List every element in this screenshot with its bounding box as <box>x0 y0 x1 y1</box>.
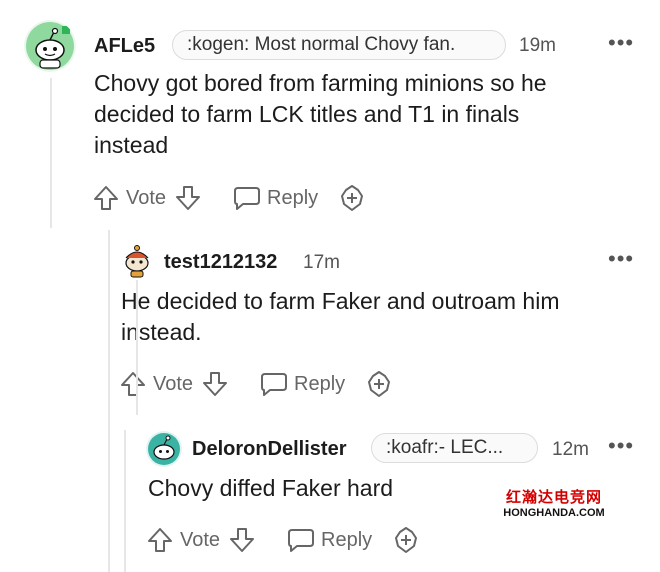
snoo-avatar-icon <box>24 20 76 72</box>
thread-line[interactable] <box>108 230 110 572</box>
username[interactable]: test1212132 <box>164 251 277 274</box>
comment-bubble-icon <box>261 373 288 396</box>
watermark: 红瀚达电竞网 HONGHANDA.COM <box>502 488 606 524</box>
user-flair: :koafr:- LEC... <box>371 433 538 463</box>
thread-line[interactable] <box>124 430 126 572</box>
snoo-avatar-icon <box>146 431 182 467</box>
award-icon[interactable] <box>338 184 366 212</box>
downvote-icon[interactable] <box>174 184 202 212</box>
award-icon[interactable] <box>392 526 420 554</box>
username[interactable]: DeloronDellister <box>192 438 346 461</box>
more-options-icon[interactable]: ••• <box>608 435 634 457</box>
comment-line: instead <box>94 132 169 158</box>
thread-line[interactable] <box>50 78 52 228</box>
avatar[interactable] <box>120 244 154 278</box>
comment-line: decided to farm LCK titles and T1 in fin… <box>94 101 520 127</box>
reply-button[interactable]: Reply <box>286 526 372 554</box>
comment-line: instead. <box>121 319 202 345</box>
comment-actions: Vote Reply <box>92 181 366 215</box>
timestamp: 12m <box>552 439 589 460</box>
downvote-icon[interactable] <box>228 526 256 554</box>
vote-label: Vote <box>180 528 221 551</box>
comment-bubble-icon <box>234 187 261 210</box>
comment-body: Chovy diffed Faker hard <box>148 473 498 504</box>
vote-label: Vote <box>126 186 167 209</box>
more-options-icon[interactable]: ••• <box>608 248 634 270</box>
thread-line[interactable] <box>136 280 138 415</box>
username[interactable]: AFLe5 <box>94 35 155 58</box>
avatar[interactable] <box>146 431 182 467</box>
comment-line: He decided to farm Faker and outroam him <box>121 288 560 314</box>
comment-body: Chovy got bored from farming minions so … <box>94 68 634 161</box>
watermark-chinese-text: 红瀚达电竞网 <box>505 488 602 506</box>
snoo-avatar-icon <box>120 244 154 278</box>
upvote-icon[interactable] <box>92 184 120 212</box>
reply-label: Reply <box>294 372 346 395</box>
comment-body: He decided to farm Faker and outroam him… <box>121 286 631 348</box>
comment-line: Chovy got bored from farming minions so … <box>94 70 547 96</box>
comment-bubble-icon <box>288 529 315 552</box>
timestamp: 19m <box>519 35 556 56</box>
reply-label: Reply <box>321 528 373 551</box>
more-options-icon[interactable]: ••• <box>608 32 634 54</box>
timestamp: 17m <box>303 252 340 273</box>
downvote-icon[interactable] <box>201 370 229 398</box>
award-icon[interactable] <box>365 370 393 398</box>
reply-button[interactable]: Reply <box>232 184 318 212</box>
comment-actions: Vote Reply <box>146 523 420 557</box>
reply-button[interactable]: Reply <box>259 370 345 398</box>
comment-line: Chovy diffed Faker hard <box>148 475 394 501</box>
reply-label: Reply <box>267 186 319 209</box>
upvote-icon[interactable] <box>119 370 147 398</box>
vote-label: Vote <box>153 372 194 395</box>
avatar[interactable] <box>24 20 76 72</box>
comment-actions: Vote Reply <box>119 367 393 401</box>
user-flair: :kogen: Most normal Chovy fan. <box>172 30 506 60</box>
watermark-domain-text: HONGHANDA.COM <box>503 507 605 519</box>
upvote-icon[interactable] <box>146 526 174 554</box>
